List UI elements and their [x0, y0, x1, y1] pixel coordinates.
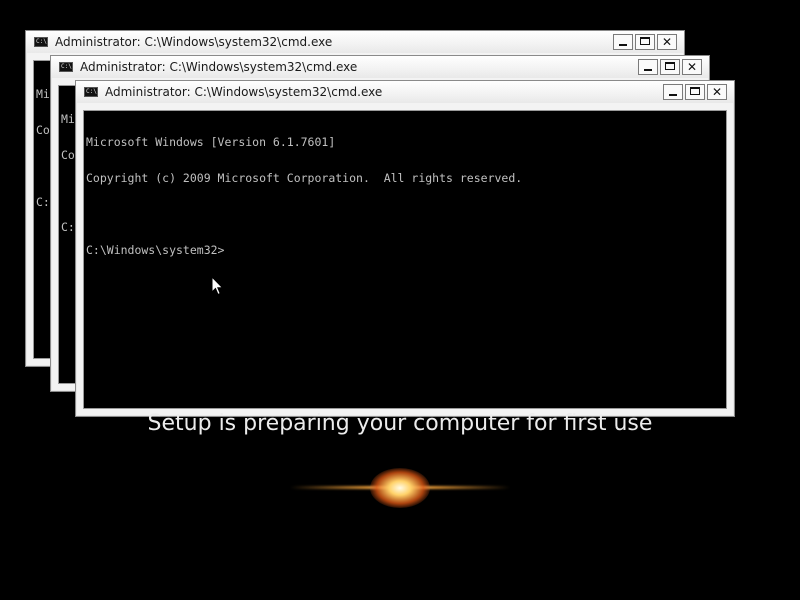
maximize-button[interactable] — [685, 84, 705, 100]
close-button[interactable]: ✕ — [707, 84, 727, 100]
maximize-button[interactable] — [635, 34, 655, 50]
console-line-copyright: Copyright (c) 2009 Microsoft Corporation… — [86, 171, 523, 185]
window-title: Administrator: C:\Windows\system32\cmd.e… — [105, 85, 383, 99]
cmd-icon: C:\ — [34, 37, 48, 47]
setup-light-flare — [250, 460, 550, 520]
close-button[interactable]: ✕ — [657, 34, 677, 50]
flare-glow — [370, 468, 430, 508]
window-title: Administrator: C:\Windows\system32\cmd.e… — [55, 35, 333, 49]
minimize-button[interactable] — [663, 84, 683, 100]
setup-status-message: Setup is preparing your computer for fir… — [147, 411, 653, 436]
console-line-version: Microsoft Windows [Version 6.1.7601] — [86, 135, 336, 149]
close-button[interactable]: ✕ — [682, 59, 702, 75]
console-line-blank — [86, 208, 724, 220]
title-bar[interactable]: C:\ Administrator: C:\Windows\system32\c… — [51, 56, 709, 78]
minimize-button[interactable] — [638, 59, 658, 75]
title-bar[interactable]: C:\ Administrator: C:\Windows\system32\c… — [26, 31, 684, 53]
window-title: Administrator: C:\Windows\system32\cmd.e… — [80, 60, 358, 74]
caption-buttons: ✕ — [636, 59, 702, 75]
caption-buttons: ✕ — [661, 84, 727, 100]
console-area[interactable]: Microsoft Windows [Version 6.1.7601] Cop… — [83, 110, 727, 409]
cmd-icon: C:\ — [59, 62, 73, 72]
mouse-pointer-icon — [211, 276, 224, 296]
title-bar[interactable]: C:\ Administrator: C:\Windows\system32\c… — [76, 81, 734, 103]
maximize-button[interactable] — [660, 59, 680, 75]
cmd-window-front[interactable]: C:\ Administrator: C:\Windows\system32\c… — [75, 80, 735, 417]
console-prompt[interactable]: C:\Windows\system32> — [86, 244, 724, 256]
minimize-button[interactable] — [613, 34, 633, 50]
cmd-icon: C:\ — [84, 87, 98, 97]
caption-buttons: ✕ — [611, 34, 677, 50]
